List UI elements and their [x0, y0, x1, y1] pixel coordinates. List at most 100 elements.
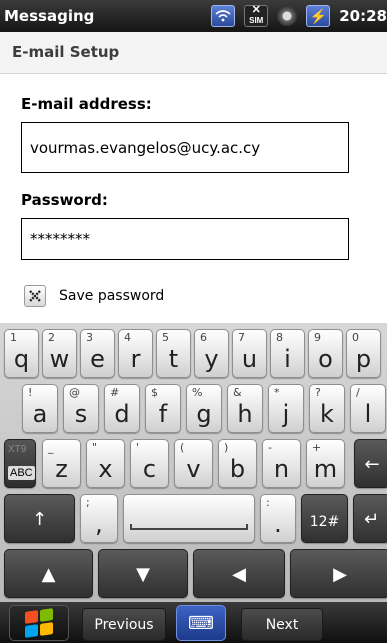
key-secondary-label: 6 [200, 331, 207, 344]
key-primary-label: b [229, 455, 246, 483]
email-label: E-mail address: [21, 95, 152, 113]
input-mode-key[interactable]: XT9 ABC [4, 439, 36, 488]
key-primary-label: s [74, 400, 88, 428]
key-w[interactable]: 2w [42, 329, 77, 378]
keyboard-toggle-button[interactable]: ⌨ [176, 605, 226, 641]
key-z[interactable]: _ z [42, 439, 81, 488]
wifi-icon[interactable] [211, 5, 236, 27]
clock[interactable]: 20:28 [339, 7, 387, 25]
key-primary-label: t [168, 345, 179, 373]
arrow-right-key[interactable]: ▶ [290, 549, 387, 598]
key-primary-label: p [355, 345, 372, 373]
arrow-up-key[interactable]: ▲ [4, 549, 93, 598]
key-secondary-label: 8 [276, 331, 283, 344]
key-secondary-label: 4 [124, 331, 131, 344]
key-primary-label: h [237, 400, 253, 428]
page-title: E-mail Setup [0, 32, 387, 74]
arrow-down-key[interactable]: ▼ [98, 549, 188, 598]
key-o[interactable]: 9o [308, 329, 343, 378]
enter-key[interactable]: ↵ [353, 494, 387, 543]
no-sim-icon[interactable]: SIM [244, 3, 269, 27]
key-primary-label: o [318, 345, 333, 373]
backspace-icon: ← [364, 454, 380, 475]
arrow-left-key[interactable]: ◀ [193, 549, 285, 598]
key-r[interactable]: 4r [118, 329, 153, 378]
key-i[interactable]: 8i [270, 329, 305, 378]
key-u[interactable]: 7u [232, 329, 267, 378]
colon-label: : [266, 496, 270, 509]
password-value: ******** [30, 230, 90, 248]
email-value: vourmas.evangelos@ucy.ac.cy [30, 138, 261, 157]
key-b[interactable]: ) b [218, 439, 257, 488]
key-secondary-label: + [312, 441, 322, 454]
key-n[interactable]: -n [262, 439, 301, 488]
key-g[interactable]: % g [186, 384, 222, 433]
key-secondary-label: ' [136, 441, 140, 454]
password-label: Password: [21, 191, 108, 209]
password-field[interactable]: ******** [21, 218, 349, 260]
semicolon-comma-key[interactable]: ; , [80, 494, 118, 543]
key-primary-label: c [142, 455, 157, 483]
key-v[interactable]: (v [174, 439, 213, 488]
volume-icon[interactable] [277, 6, 298, 26]
status-bar: Messaging SIM ⚡ 20:28 [0, 0, 387, 32]
shift-icon: ↑ [31, 509, 48, 530]
key-secondary-label: ? [315, 386, 321, 399]
key-primary-label: a [32, 400, 48, 428]
flag-red [25, 610, 38, 624]
save-password-row[interactable]: Save password [24, 285, 164, 307]
arrow-up-icon: ▲ [41, 564, 56, 585]
key-q[interactable]: 1q [4, 329, 39, 378]
start-button[interactable] [9, 605, 69, 641]
key-c[interactable]: ' c [130, 439, 169, 488]
key-primary-label: g [196, 400, 212, 428]
keyboard-row-4: ↑ ; , : . 12# ↵ [0, 490, 387, 545]
windows-flag-icon [25, 608, 53, 638]
key-primary-label: e [90, 345, 105, 373]
key-primary-label: m [313, 455, 338, 483]
key-a[interactable]: ! a [22, 384, 58, 433]
key-secondary-label: ( [180, 441, 185, 454]
email-field[interactable]: vourmas.evangelos@ucy.ac.cy [21, 122, 349, 173]
key-d[interactable]: # d [104, 384, 140, 433]
space-key[interactable] [123, 494, 255, 543]
next-button[interactable]: Next [241, 608, 323, 641]
key-primary-label: w [49, 345, 70, 373]
keyboard-row-1: 1q2w3e4r5t6y7u8i9o0p [0, 325, 387, 380]
key-t[interactable]: 5t [156, 329, 191, 378]
key-e[interactable]: 3e [80, 329, 115, 378]
key-secondary-label: 7 [238, 331, 245, 344]
charging-icon[interactable]: ⚡ [306, 5, 331, 27]
key-y[interactable]: 6y [194, 329, 229, 378]
key-j[interactable]: * j [268, 384, 304, 433]
comma-label: , [95, 510, 103, 538]
previous-button[interactable]: Previous [82, 608, 166, 641]
key-s[interactable]: @ s [63, 384, 99, 433]
on-screen-keyboard: 1q2w3e4r5t6y7u8i9o0p ! a @ s # d $ f% g & h * j? k / l … [0, 323, 387, 602]
key-p[interactable]: 0p [346, 329, 381, 378]
flag-yellow [40, 622, 53, 636]
period-label: . [274, 510, 282, 538]
key-x[interactable]: " x [86, 439, 125, 488]
shift-key[interactable]: ↑ [4, 494, 75, 543]
key-k[interactable]: ? k [309, 384, 345, 433]
symbols-key[interactable]: 12# [301, 494, 348, 543]
key-secondary-label: ) [224, 441, 229, 454]
save-password-checkbox[interactable] [24, 285, 46, 307]
key-primary-label: k [320, 400, 334, 428]
key-secondary-label: 5 [162, 331, 169, 344]
key-primary-label: n [273, 455, 290, 483]
key-m[interactable]: + m [306, 439, 345, 488]
backspace-key[interactable]: ← [354, 439, 387, 488]
key-f[interactable]: $ f [145, 384, 181, 433]
key-h[interactable]: & h [227, 384, 263, 433]
colon-period-key[interactable]: : . [260, 494, 296, 543]
arrow-down-icon: ▼ [136, 564, 150, 585]
key-primary-label: q [13, 345, 30, 373]
sim-label: SIM [249, 15, 264, 25]
enter-icon: ↵ [363, 509, 380, 530]
key-secondary-label: # [110, 386, 120, 399]
key-l[interactable]: / l [350, 384, 386, 433]
space-bar-icon [130, 524, 248, 530]
semicolon-label: ; [86, 496, 90, 509]
